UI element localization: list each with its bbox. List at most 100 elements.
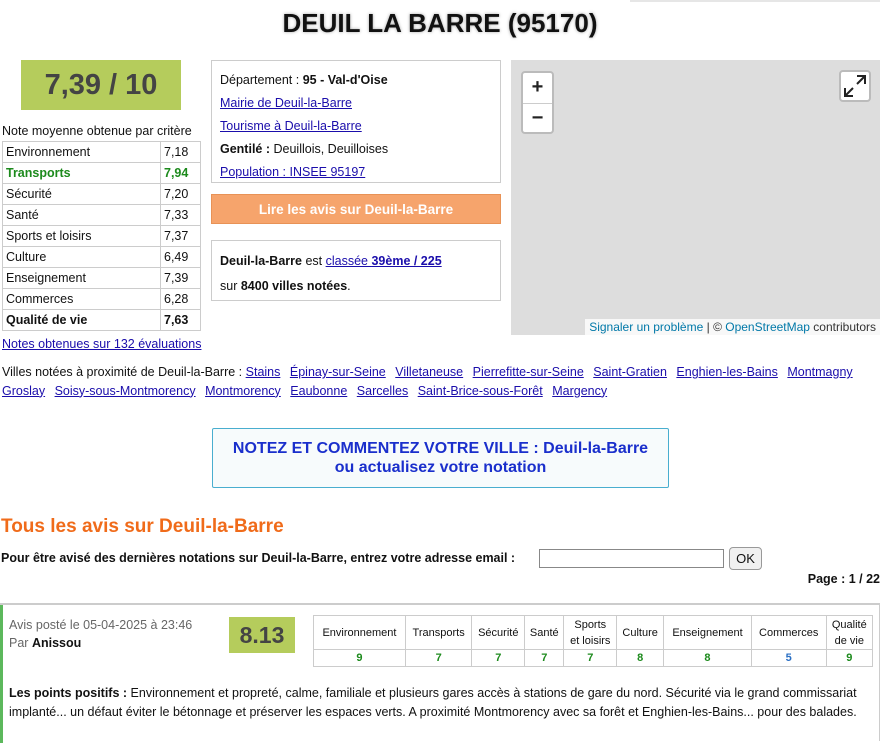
email-ok-button[interactable]: OK xyxy=(729,547,762,570)
rate-city-cta[interactable]: NOTEZ ET COMMENTEZ VOTRE VILLE : Deuil-l… xyxy=(212,428,669,488)
criteria-label: Santé xyxy=(2,204,161,226)
page-title: DEUIL LA BARRE (95170) xyxy=(282,8,598,38)
criteria-label: Sports et loisirs xyxy=(2,225,161,247)
fullscreen-button[interactable] xyxy=(839,70,871,102)
review-criterion-value: 7 xyxy=(524,649,565,667)
osm-link[interactable]: OpenStreetMap xyxy=(725,320,810,334)
nearby-cities: Villes notées à proximité de Deuil-la-Ba… xyxy=(2,363,878,400)
nearby-city-link[interactable]: Stains xyxy=(246,365,281,379)
review-author: Anissou xyxy=(31,636,82,650)
positive-points-text: Environnement et propreté, calme, famili… xyxy=(9,686,857,719)
rank-dot: . xyxy=(347,279,351,293)
evaluations-link[interactable]: Notes obtenues sur 132 évaluations xyxy=(2,337,201,351)
nearby-city-link[interactable]: Eaubonne xyxy=(290,384,347,398)
criteria-label: Sécurité xyxy=(2,183,161,205)
criteria-label: Enseignement xyxy=(2,267,161,289)
review-score-badge: 8.13 xyxy=(229,617,295,653)
criteria-row: Santé 7,33 xyxy=(2,204,201,226)
review-criterion-header: Sports et loisirs xyxy=(563,615,618,650)
positive-points-label: Les points positifs : xyxy=(9,686,131,700)
mairie-link[interactable]: Mairie de Deuil-la-Barre xyxy=(220,96,352,110)
read-reviews-button[interactable]: Lire les avis sur Deuil-la-Barre xyxy=(211,194,501,224)
report-problem-link[interactable]: Signaler un problème xyxy=(589,320,703,334)
email-input[interactable] xyxy=(539,549,724,568)
review-accent-bar xyxy=(0,605,3,743)
criteria-value: 7,37 xyxy=(160,225,201,247)
review-criterion-header: Culture xyxy=(616,615,665,650)
top-divider xyxy=(630,0,880,2)
criteria-value: 7,63 xyxy=(160,309,201,331)
city-map[interactable]: + − Signaler un problème | © OpenStreetM… xyxy=(511,60,880,335)
criteria-label: Qualité de vie xyxy=(2,309,161,331)
review-criterion-header: Santé xyxy=(524,615,565,650)
criteria-row: Culture 6,49 xyxy=(2,246,201,268)
review-criterion-header: Enseignement xyxy=(663,615,752,650)
criteria-row: Qualité de vie 7,63 xyxy=(2,309,201,331)
nearby-city-link[interactable]: Enghien-les-Bains xyxy=(676,365,777,379)
review-by-label: Par xyxy=(9,636,32,650)
review-criterion-value: 9 xyxy=(313,649,406,667)
nearby-city-link[interactable]: Épinay-sur-Seine xyxy=(290,365,386,379)
review-date: Avis posté le 05-04-2025 à 23:46 xyxy=(9,618,193,632)
gentile-value: Deuillois, Deuilloises xyxy=(273,142,389,156)
criteria-table: Environnement 7,18 Transports 7,94 Sécurité 7… xyxy=(2,141,201,331)
city-info-box: Département : 95 - Val-d'Oise Mairie de … xyxy=(211,60,501,183)
review-positive-points: Les points positifs : Environnement et p… xyxy=(9,684,871,721)
criteria-row: Enseignement 7,39 xyxy=(2,267,201,289)
attrib-contributors: contributors xyxy=(809,320,876,334)
nearby-city-link[interactable]: Margency xyxy=(552,384,607,398)
review-criterion-value: 8 xyxy=(616,649,665,667)
email-alert-label: Pour être avisé des dernières notations … xyxy=(1,551,516,565)
criteria-label: Environnement xyxy=(2,141,161,163)
departement-line: Département : 95 - Val-d'Oise xyxy=(220,69,492,92)
nearby-city-link[interactable]: Soisy-sous-Montmorency xyxy=(55,384,196,398)
review-card: Avis posté le 05-04-2025 à 23:46 Par Ani… xyxy=(0,603,880,743)
nearby-label: Villes notées à proximité de Deuil-la-Ba… xyxy=(2,365,246,379)
review-author-line: Par Anissou xyxy=(9,634,192,652)
review-criterion-header: Qualité de vie xyxy=(825,615,874,650)
zoom-control: + − xyxy=(521,71,554,134)
nearby-city-link[interactable]: Saint-Brice-sous-Forêt xyxy=(418,384,543,398)
review-criterion-value: 7 xyxy=(471,649,526,667)
review-meta: Avis posté le 05-04-2025 à 23:46 Par Ani… xyxy=(9,616,192,652)
review-criterion-value: 8 xyxy=(663,649,752,667)
gentile-label: Gentilé : xyxy=(220,142,274,156)
rank-city: Deuil-la-Barre xyxy=(220,254,302,268)
nearby-city-link[interactable]: Montmagny xyxy=(787,365,852,379)
criteria-value: 7,39 xyxy=(160,267,201,289)
criteria-value: 6,28 xyxy=(160,288,201,310)
criteria-label: Transports xyxy=(2,162,161,184)
cta-line-2: ou actualisez votre notation xyxy=(334,459,547,476)
map-attribution: Signaler un problème | © OpenStreetMap c… xyxy=(585,319,880,335)
global-score-badge: 7,39 / 10 xyxy=(21,60,181,110)
nearby-city-link[interactable]: Montmorency xyxy=(205,384,281,398)
review-criterion-header: Transports xyxy=(404,615,473,650)
departement-label: Département : xyxy=(220,73,303,87)
attrib-sep: | © xyxy=(703,320,726,334)
criteria-row: Sports et loisirs 7,37 xyxy=(2,225,201,247)
departement-value: 95 - Val-d'Oise xyxy=(302,73,388,87)
nearby-city-link[interactable]: Sarcelles xyxy=(357,384,408,398)
nearby-city-link[interactable]: Pierrefitte-sur-Seine xyxy=(473,365,584,379)
ranking-box: Deuil-la-Barre est classée 39ème / 225 s… xyxy=(211,240,501,301)
rank-text-2: sur xyxy=(220,279,241,293)
rated-cities-count: 8400 villes notées xyxy=(240,279,348,293)
reviews-section-title: Tous les avis sur Deuil-la-Barre xyxy=(1,516,284,537)
nearby-city-link[interactable]: Villetaneuse xyxy=(395,365,463,379)
gentile-line: Gentilé : Deuillois, Deuilloises xyxy=(220,138,492,161)
criteria-value: 7,94 xyxy=(160,162,201,184)
zoom-in-button[interactable]: + xyxy=(523,73,552,103)
criteria-row: Commerces 6,28 xyxy=(2,288,201,310)
criteria-row: Environnement 7,18 xyxy=(2,141,201,163)
ranking-link[interactable]: classée 39ème / 225 xyxy=(326,254,442,268)
zoom-out-button[interactable]: − xyxy=(523,104,552,134)
ranking-link-rank: 39ème / 225 xyxy=(371,254,442,268)
criteria-row: Transports 7,94 xyxy=(2,162,201,184)
population-link[interactable]: Population : INSEE 95197 xyxy=(220,165,365,179)
review-scores-table: Environnement Transports Sécurité Santé Spor… xyxy=(313,615,874,667)
review-criterion-header: Commerces xyxy=(750,615,827,650)
tourisme-link[interactable]: Tourisme à Deuil-la-Barre xyxy=(220,119,362,133)
nearby-city-link[interactable]: Groslay xyxy=(2,384,45,398)
nearby-city-link[interactable]: Saint-Gratien xyxy=(593,365,667,379)
criteria-label: Culture xyxy=(2,246,161,268)
